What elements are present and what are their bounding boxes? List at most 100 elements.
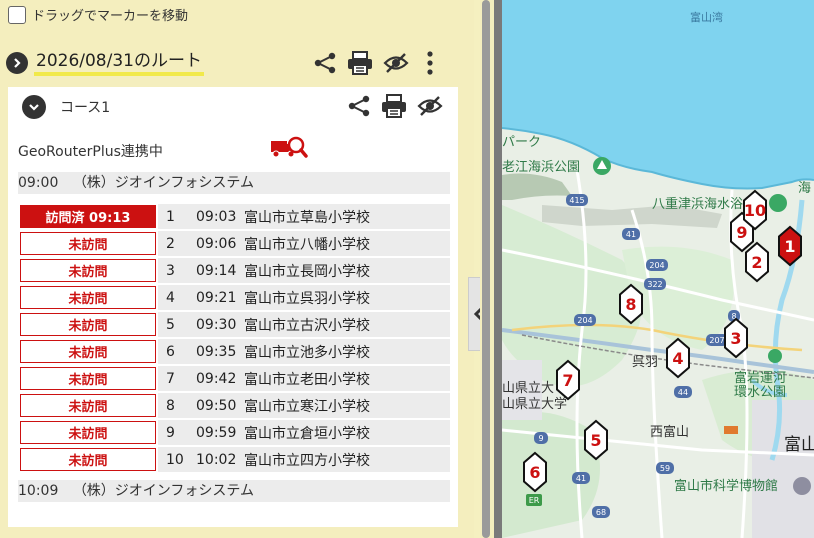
stop-list: 訪問済 09:13 1 09:03 富山市立草島小学校 未訪問 2 09:06 富山市立八幡小… — [18, 203, 450, 473]
stop-row[interactable]: 未訪問 10 10:02 富山市立四方小学校 — [18, 446, 450, 473]
map-marker[interactable]: 2 — [745, 241, 769, 283]
visit-status-badge[interactable]: 未訪問 — [20, 421, 156, 444]
end-time: 10:09 — [18, 483, 59, 499]
map-marker[interactable]: 3 — [724, 317, 748, 359]
museum-icon — [793, 477, 811, 495]
course-eye-off-icon[interactable] — [416, 93, 444, 119]
scrollbar-thumb[interactable] — [482, 0, 490, 538]
svg-text:322: 322 — [647, 280, 662, 289]
map-marker[interactable]: 6 — [523, 451, 547, 493]
visit-status-badge[interactable]: 訪問済 09:13 — [20, 205, 156, 228]
stop-row[interactable]: 未訪問 5 09:30 富山市立古沢小学校 — [18, 311, 450, 338]
panel-scrollbar[interactable] — [480, 0, 494, 538]
drag-marker-checkbox[interactable] — [8, 5, 26, 24]
map-label-nishi-toyama: 西富山 — [650, 424, 689, 440]
map-marker[interactable]: 7 — [556, 359, 580, 401]
map-view[interactable]: 415 41 204 322 204 8 207 44 9 41 59 68 E… — [502, 0, 814, 538]
stop-name: 富山市立寒江小学校 — [244, 398, 370, 415]
stop-number: 6 — [166, 343, 175, 360]
drag-marker-option[interactable]: ドラッグでマーカーを移動 — [8, 5, 188, 24]
truck-search-icon[interactable] — [270, 133, 308, 165]
stop-number: 10 — [166, 451, 184, 468]
print-icon[interactable] — [346, 50, 374, 76]
svg-text:44: 44 — [678, 388, 688, 397]
park-icon — [768, 349, 782, 363]
map-marker-label: 4 — [672, 349, 683, 368]
stop-row[interactable]: 未訪問 6 09:35 富山市立池多小学校 — [18, 338, 450, 365]
visit-status-badge[interactable]: 未訪問 — [20, 313, 156, 336]
course-name: コース1 — [60, 100, 111, 116]
stop-number: 7 — [166, 370, 175, 387]
map-label-kureha: 呉羽 — [632, 355, 658, 370]
park-icon — [769, 194, 787, 212]
visit-status-badge[interactable]: 未訪問 — [20, 286, 156, 309]
visit-status-badge[interactable]: 未訪問 — [20, 394, 156, 417]
stop-time: 10:02 — [196, 451, 237, 468]
more-vertical-icon[interactable] — [420, 50, 440, 76]
visit-status-badge[interactable]: 未訪問 — [20, 367, 156, 390]
share-icon[interactable] — [312, 50, 338, 76]
stop-name: 富山市立呉羽小学校 — [244, 290, 370, 307]
visit-status-badge[interactable]: 未訪問 — [20, 340, 156, 363]
stop-row[interactable]: 未訪問 9 09:59 富山市立倉垣小学校 — [18, 419, 450, 446]
stop-time: 09:35 — [196, 343, 237, 360]
map-marker-label: 6 — [529, 463, 540, 482]
map-marker[interactable]: 5 — [584, 419, 608, 461]
stop-row[interactable]: 未訪問 3 09:14 富山市立長岡小学校 — [18, 257, 450, 284]
map-marker[interactable]: 1 — [778, 225, 802, 267]
map-marker-label: 2 — [751, 253, 762, 272]
pane-divider[interactable] — [494, 0, 502, 538]
stop-name: 富山市立草島小学校 — [244, 209, 370, 226]
stop-row[interactable]: 訪問済 09:13 1 09:03 富山市立草島小学校 — [18, 203, 450, 230]
map-marker[interactable]: 4 — [666, 337, 690, 379]
stop-time: 09:03 — [196, 208, 237, 225]
svg-text:ER: ER — [529, 496, 540, 505]
map-label-yae: 八重津浜海水浴 — [652, 196, 743, 212]
chevron-down-icon[interactable] — [22, 95, 46, 119]
map-marker-label: 1 — [784, 237, 795, 256]
stop-name: 富山市立古沢小学校 — [244, 317, 370, 334]
route-panel: ドラッグでマーカーを移動 2026/08/31のルート コース1 GeoRout… — [0, 0, 474, 538]
svg-text:204: 204 — [577, 316, 592, 325]
map-label-bay: 富山湾 — [690, 10, 723, 24]
stop-time: 09:30 — [196, 316, 237, 333]
visit-status-badge[interactable]: 未訪問 — [20, 448, 156, 471]
end-row: 10:09 （株）ジオインフォシステム — [18, 480, 450, 502]
stop-number: 2 — [166, 235, 175, 252]
course-share-icon[interactable] — [346, 93, 372, 119]
svg-text:41: 41 — [626, 230, 636, 239]
stop-name: 富山市立倉垣小学校 — [244, 425, 370, 442]
start-time: 09:00 — [18, 175, 59, 191]
stop-number: 9 — [166, 424, 175, 441]
start-name: （株）ジオインフォシステム — [72, 175, 254, 191]
map-label-beach-park: 老江海浜公園 — [502, 160, 580, 175]
stop-row[interactable]: 未訪問 4 09:21 富山市立呉羽小学校 — [18, 284, 450, 311]
course-print-icon[interactable] — [380, 93, 408, 119]
map-marker[interactable]: 10 — [743, 189, 767, 231]
map-label-pref-1: 山県立大 — [502, 381, 554, 396]
svg-text:41: 41 — [576, 474, 586, 483]
svg-text:207: 207 — [709, 336, 724, 345]
eye-off-icon[interactable] — [382, 50, 410, 76]
visit-status-badge[interactable]: 未訪問 — [20, 232, 156, 255]
map-marker-label: 8 — [625, 295, 636, 314]
svg-text:9: 9 — [538, 434, 543, 443]
stop-row[interactable]: 未訪問 8 09:50 富山市立寒江小学校 — [18, 392, 450, 419]
map-label-toyama: 富山 — [784, 435, 814, 455]
stop-name: 富山市立八幡小学校 — [244, 236, 370, 253]
map-marker-label: 7 — [562, 371, 573, 390]
map-label-museum: 富山市科学博物館 — [674, 478, 778, 494]
georouter-status: GeoRouterPlus連携中 — [18, 144, 163, 160]
stop-time: 09:42 — [196, 370, 237, 387]
stop-number: 4 — [166, 289, 175, 306]
stop-row[interactable]: 未訪問 7 09:42 富山市立老田小学校 — [18, 365, 450, 392]
visit-status-badge[interactable]: 未訪問 — [20, 259, 156, 282]
stop-time: 09:59 — [196, 424, 237, 441]
start-row: 09:00 （株）ジオインフォシステム — [18, 172, 450, 194]
chevron-right-icon[interactable] — [6, 52, 28, 74]
stop-row[interactable]: 未訪問 2 09:06 富山市立八幡小学校 — [18, 230, 450, 257]
svg-text:59: 59 — [660, 464, 670, 473]
map-label-pref-2: 山県立大学 — [502, 396, 567, 412]
map-marker[interactable]: 8 — [619, 283, 643, 325]
route-header: 2026/08/31のルート — [6, 50, 446, 76]
